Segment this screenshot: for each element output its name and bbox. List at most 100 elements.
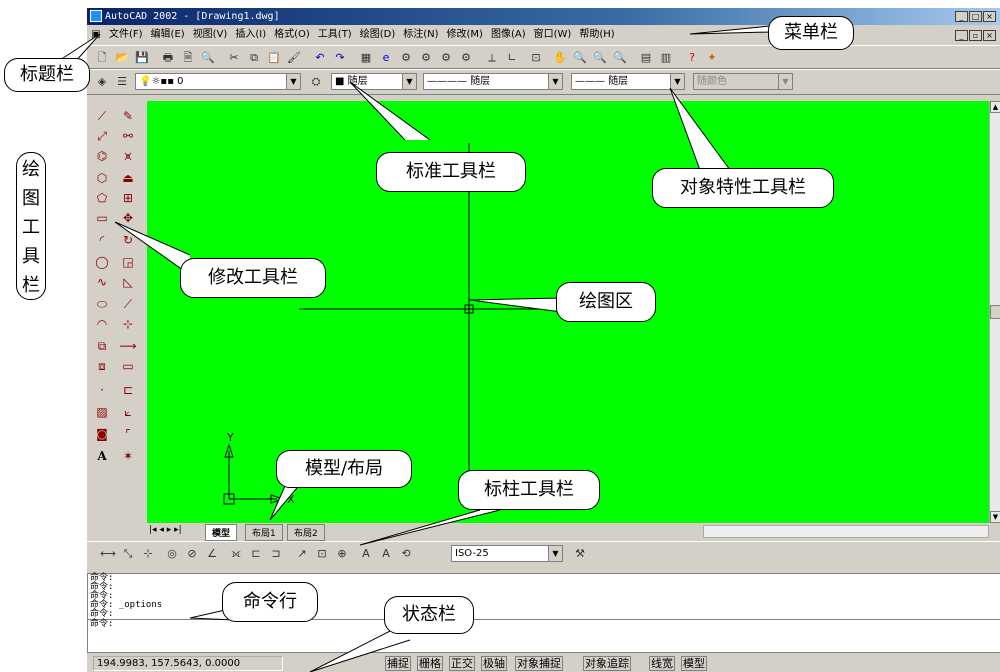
arc-icon[interactable]: ◜: [92, 231, 112, 249]
scroll-up-icon[interactable]: ▲: [990, 101, 1000, 113]
tolerance-icon[interactable]: ⊡: [313, 545, 331, 562]
continue-dim-icon[interactable]: ⊐: [267, 545, 285, 562]
dim-edit-icon[interactable]: A: [357, 545, 375, 562]
doc-close-button[interactable]: ×: [983, 30, 996, 41]
ellipse-icon[interactable]: ⬭: [92, 295, 112, 313]
polygon-icon[interactable]: ⬠: [92, 189, 112, 207]
make-block-icon[interactable]: ⧈: [92, 357, 112, 375]
document-icon[interactable]: ▣: [87, 25, 105, 45]
quick-dim-icon[interactable]: ⟗: [227, 545, 245, 562]
lineweight-combo[interactable]: ——— 随层 ▼: [571, 73, 685, 90]
coordinate-display[interactable]: 194.9983, 157.5643, 0.0000: [93, 656, 283, 671]
browser-icon[interactable]: e: [377, 49, 395, 66]
chamfer-icon[interactable]: ⟀: [118, 403, 138, 421]
extend-icon[interactable]: ⟶: [118, 337, 138, 355]
circle-icon[interactable]: ◯: [92, 253, 112, 271]
snap-toggle[interactable]: 捕捉: [385, 656, 411, 671]
today-icon[interactable]: ✦: [703, 49, 721, 66]
menu-file[interactable]: 文件(F): [105, 25, 147, 45]
menu-draw[interactable]: 绘图(D): [356, 25, 400, 45]
properties-icon[interactable]: ▤: [637, 49, 655, 66]
menu-insert[interactable]: 插入(I): [231, 25, 270, 45]
doc-minimize-button[interactable]: _: [955, 30, 968, 41]
radius-dim-icon[interactable]: ◎: [163, 545, 181, 562]
spline-icon[interactable]: ∿: [92, 273, 112, 291]
construction-line-icon[interactable]: ⤢: [92, 127, 112, 145]
dim-update-icon[interactable]: ⟲: [397, 545, 415, 562]
close-button[interactable]: ×: [983, 11, 996, 22]
array-icon[interactable]: ⊞: [118, 189, 138, 207]
otrack-toggle[interactable]: 对象追踪: [583, 656, 631, 671]
lengthen-icon[interactable]: ⟋: [118, 295, 138, 313]
named-views-icon[interactable]: ⊡: [527, 49, 545, 66]
pan-icon[interactable]: ✋: [551, 49, 569, 66]
copy-icon[interactable]: ⧉: [245, 49, 263, 66]
scroll-down-icon[interactable]: ▼: [990, 511, 1000, 523]
tool-icon[interactable]: ⚙: [417, 49, 435, 66]
tab-model[interactable]: 模型: [205, 524, 238, 541]
layer-combo[interactable]: 💡☼▪▪ 0 ▼: [135, 73, 301, 90]
copy-object-icon[interactable]: ⚯: [118, 127, 138, 145]
menu-tools[interactable]: 工具(T): [314, 25, 356, 45]
paste-icon[interactable]: 📋: [265, 49, 283, 66]
fillet-icon[interactable]: ⌜: [118, 425, 138, 443]
ellipse-arc-icon[interactable]: ◠: [92, 315, 112, 333]
dbconnect-icon[interactable]: ▥: [657, 49, 675, 66]
tool-icon[interactable]: ⚙: [437, 49, 455, 66]
linetype-combo[interactable]: ———— 随层 ▼: [423, 73, 563, 90]
find-icon[interactable]: 🔍: [199, 49, 217, 66]
explode-icon[interactable]: ✶: [118, 447, 138, 465]
erase-icon[interactable]: ✎: [118, 107, 138, 125]
make-current-layer-icon[interactable]: ◈: [93, 73, 111, 90]
grid-toggle[interactable]: 栅格: [417, 656, 443, 671]
polyline-icon[interactable]: ⌬: [92, 147, 112, 165]
menu-dimension[interactable]: 标注(N): [399, 25, 442, 45]
hatch-icon[interactable]: ▨: [92, 403, 112, 421]
osnap-toggle[interactable]: 对象捕捉: [515, 656, 563, 671]
autocad-app-icon[interactable]: [90, 10, 102, 22]
rectangle-icon[interactable]: ▭: [92, 209, 112, 227]
help-icon[interactable]: ?: [683, 49, 701, 66]
save-icon[interactable]: 💾: [133, 49, 151, 66]
menu-image[interactable]: 图像(A): [487, 25, 530, 45]
tab-layout2[interactable]: 布局2: [287, 524, 325, 541]
ortho-toggle[interactable]: 正交: [449, 656, 475, 671]
print-icon[interactable]: 🖶: [159, 49, 177, 66]
ortho-line-icon[interactable]: ⟂: [483, 49, 501, 66]
menu-edit[interactable]: 编辑(E): [147, 25, 189, 45]
maximize-button[interactable]: □: [969, 11, 982, 22]
menu-format[interactable]: 格式(O): [270, 25, 314, 45]
layers-icon[interactable]: ☰: [113, 73, 131, 90]
vertical-scrollbar[interactable]: ▲ ▼: [989, 101, 1000, 523]
plotstyle-combo[interactable]: 随颜色 ▼: [693, 73, 793, 90]
redo-icon[interactable]: ↷: [331, 49, 349, 66]
model-toggle[interactable]: 模型: [681, 656, 707, 671]
cut-icon[interactable]: ✂: [225, 49, 243, 66]
lineweight-toggle[interactable]: 线宽: [649, 656, 675, 671]
polygon-icon[interactable]: ⬡: [92, 169, 112, 187]
baseline-dim-icon[interactable]: ⊏: [247, 545, 265, 562]
point-icon[interactable]: ·: [92, 381, 112, 399]
tool-icon[interactable]: ⚙: [457, 49, 475, 66]
new-icon[interactable]: 🗋: [93, 49, 111, 66]
rotate-icon[interactable]: ↻: [118, 231, 138, 249]
insert-block-icon[interactable]: ⧉: [92, 337, 112, 355]
zoom-previous-icon[interactable]: 🔍: [611, 49, 629, 66]
polar-toggle[interactable]: 极轴: [481, 656, 507, 671]
zoom-realtime-icon[interactable]: 🔍: [571, 49, 589, 66]
angular-dim-icon[interactable]: ∠: [203, 545, 221, 562]
match-properties-icon[interactable]: 🖌: [285, 49, 303, 66]
dim-text-edit-icon[interactable]: A: [377, 545, 395, 562]
scroll-thumb[interactable]: [990, 305, 1000, 319]
menu-window[interactable]: 窗口(W): [530, 25, 576, 45]
break-icon[interactable]: ▭: [118, 357, 138, 375]
color-combo[interactable]: ■ 随层 ▼: [331, 73, 417, 90]
break-at-point-icon[interactable]: ⊏: [118, 381, 138, 399]
zoom-window-icon[interactable]: 🔍: [591, 49, 609, 66]
scale-icon[interactable]: ◲: [118, 253, 138, 271]
leader-icon[interactable]: ↗: [293, 545, 311, 562]
offset-icon[interactable]: ⏏: [118, 169, 138, 187]
text-icon[interactable]: A: [92, 447, 112, 465]
minimize-button[interactable]: _: [955, 11, 968, 22]
diameter-dim-icon[interactable]: ⊘: [183, 545, 201, 562]
